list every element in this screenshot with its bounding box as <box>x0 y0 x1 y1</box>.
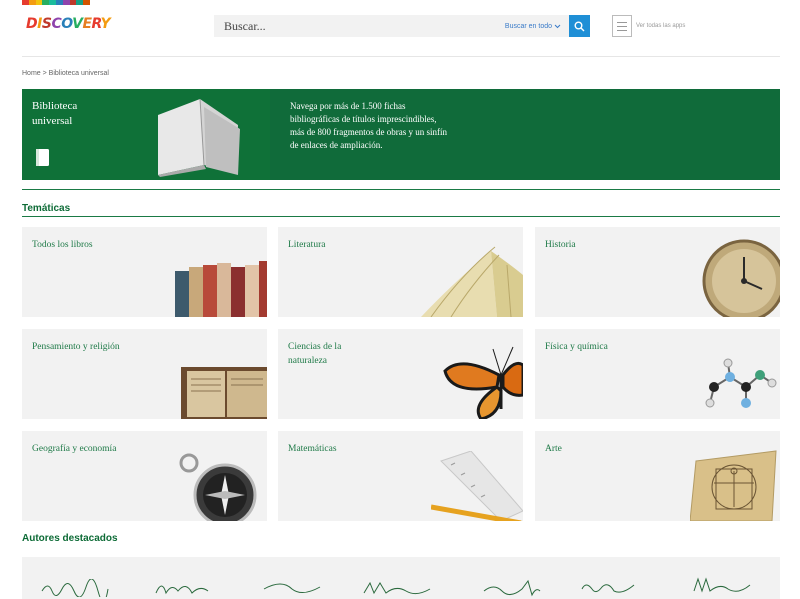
menu-icon <box>612 15 632 37</box>
book-icon <box>36 149 49 166</box>
all-apps-label: Ver todas las apps <box>636 23 686 29</box>
category-card-arte[interactable]: Arte <box>535 431 780 521</box>
books-icon <box>175 261 267 317</box>
compass-icon <box>179 453 257 521</box>
breadcrumb[interactable]: Home > Biblioteca universal <box>22 70 109 77</box>
butterfly-icon <box>443 346 523 419</box>
search-bar: Buscar en todo <box>214 15 590 37</box>
open-book-icon <box>421 246 523 317</box>
search-input[interactable] <box>222 17 505 35</box>
category-label: Matemáticas <box>288 444 337 454</box>
category-card-matematicas[interactable]: Matemáticas <box>278 431 523 521</box>
signature-icon <box>41 579 109 597</box>
signature-icon <box>155 585 209 595</box>
category-label: Geografía y economía <box>32 444 117 454</box>
signature-icon <box>483 579 541 597</box>
category-card-geografia-y-economia[interactable]: Geografía y economía <box>22 431 267 521</box>
category-card-fisica-y-quimica[interactable]: Física y química <box>535 329 780 419</box>
signature-icon <box>263 583 321 593</box>
search-scope-label: Buscar en todo <box>504 22 552 30</box>
tematicas-heading: Temáticas <box>22 203 71 214</box>
category-card-historia[interactable]: Historia <box>535 227 780 317</box>
tematicas-top-line <box>22 189 780 190</box>
category-card-todos-los-libros[interactable]: Todos los libros <box>22 227 267 317</box>
ruler-pencil-icon <box>431 451 523 521</box>
category-label: Arte <box>545 444 562 454</box>
all-apps-link[interactable]: Ver todas las apps <box>612 15 685 37</box>
signature-icon <box>363 581 431 595</box>
search-button[interactable] <box>569 15 590 37</box>
category-card-literatura[interactable]: Literatura <box>278 227 523 317</box>
brand-colorbar <box>22 0 90 5</box>
chevron-down-icon <box>554 24 561 28</box>
category-label: Literatura <box>288 240 326 250</box>
old-book-icon <box>181 367 267 419</box>
discovery-logo[interactable]: DISCOVERY <box>26 16 111 32</box>
category-label: Pensamiento y religión <box>32 342 120 352</box>
autores-heading: Autores destacados <box>22 533 118 544</box>
category-label: Ciencias de la naturaleza <box>288 342 342 366</box>
signature-icon <box>693 577 751 593</box>
hero-banner: Biblioteca universal Navega por más de 1… <box>22 89 780 180</box>
search-icon <box>574 21 585 31</box>
category-label: Historia <box>545 240 576 250</box>
category-card-pensamiento-y-religion[interactable]: Pensamiento y religión <box>22 329 267 419</box>
hero-left-panel: Biblioteca universal <box>22 89 270 180</box>
search-scope-select[interactable]: Buscar en todo <box>505 23 561 30</box>
authors-strip <box>22 557 780 599</box>
hero-description: Navega por más de 1.500 fichas bibliográ… <box>290 101 447 150</box>
hero-title: Biblioteca universal <box>32 100 78 127</box>
search-box: Buscar en todo <box>214 15 569 37</box>
category-card-ciencias-de-la-naturaleza[interactable]: Ciencias de la naturaleza <box>278 329 523 419</box>
molecule-icon <box>705 358 777 408</box>
category-label: Todos los libros <box>32 240 93 250</box>
vitruvian-icon <box>690 450 777 521</box>
open-book-image <box>158 98 240 177</box>
category-label: Física y química <box>545 342 608 352</box>
clock-icon <box>702 239 780 317</box>
signature-icon <box>581 584 635 593</box>
header-divider <box>22 56 780 57</box>
tematicas-bottom-line <box>22 216 780 217</box>
